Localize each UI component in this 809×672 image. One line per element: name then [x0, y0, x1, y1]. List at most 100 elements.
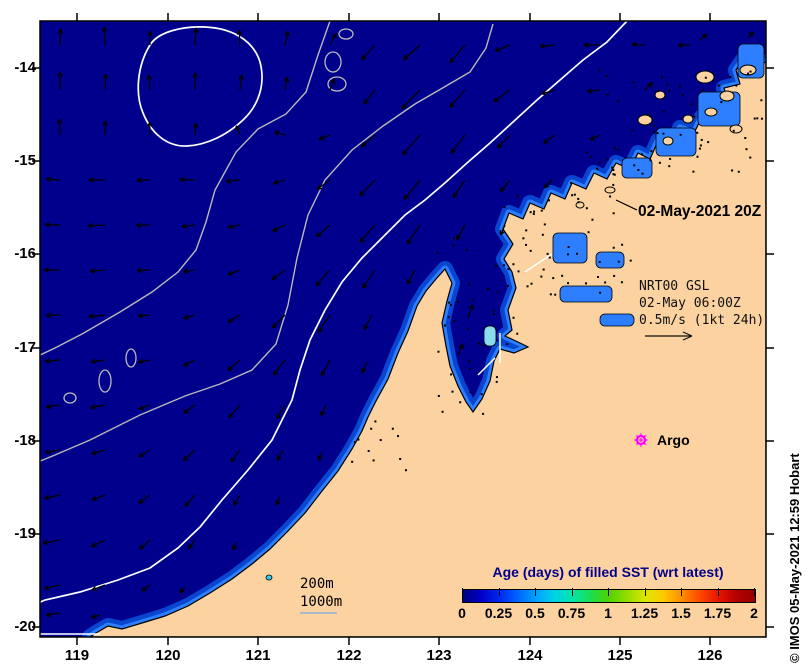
colorbar-tick: [498, 588, 500, 596]
coast-speckle: [495, 264, 498, 267]
coast-speckle: [637, 168, 640, 171]
coast-speckle: [503, 264, 506, 267]
coast-speckle: [732, 129, 735, 132]
coast-speckle: [525, 243, 528, 246]
x-tick-label: 119: [64, 647, 90, 664]
coast-speckle: [753, 117, 756, 120]
coast-speckle: [397, 435, 400, 438]
coast-speckle: [666, 83, 669, 86]
coast-speckle: [612, 212, 615, 215]
coast-speckle: [567, 246, 570, 249]
coast-speckle: [707, 141, 710, 144]
coast-speckle: [652, 131, 655, 134]
coast-speckle: [468, 360, 471, 363]
depth-1000m-label: 1000m: [300, 594, 343, 610]
coast-speckle: [591, 218, 594, 221]
coast-speckle: [404, 469, 407, 472]
coast-speckle: [700, 138, 703, 141]
coast-speckle: [441, 410, 444, 413]
coast-speckle: [744, 137, 747, 140]
coast-speckle: [606, 94, 609, 97]
coast-speckle: [669, 157, 672, 160]
coast-speckle: [547, 199, 550, 202]
island: [654, 90, 666, 100]
coast-speckle: [437, 350, 440, 353]
nrt-vector-scale: 0.5m/s (1kt 24h): [639, 313, 765, 328]
coast-speckle: [496, 291, 499, 294]
coast-speckle: [516, 195, 519, 198]
coast-speckle: [526, 285, 529, 288]
coast-speckle: [720, 101, 723, 104]
coast-speckle: [495, 380, 498, 383]
coast-speckle: [658, 161, 661, 164]
coast-speckle: [576, 252, 579, 255]
sst-age-map-figure: 119 120 121 122 123 124 125 126 -14 -15 -16 -17 -18…: [0, 0, 809, 672]
coast-speckle: [456, 300, 459, 303]
coast-speckle: [573, 193, 576, 196]
coast-speckle: [480, 393, 483, 396]
coast-speckle: [495, 376, 498, 379]
coastal-bay: [655, 127, 697, 157]
coast-speckle: [598, 161, 601, 164]
coast-speckle: [747, 72, 750, 75]
coast-speckle: [598, 260, 601, 263]
coast-speckle: [717, 84, 720, 87]
colorbar-tick: [644, 588, 646, 596]
coast-speckle: [604, 281, 607, 284]
coast-speckle: [493, 309, 496, 312]
coast-speckle: [650, 150, 653, 153]
coastal-bay: [559, 285, 613, 303]
coast-speckle: [357, 438, 360, 441]
coast-speckle: [641, 172, 644, 175]
coast-speckle: [448, 301, 451, 304]
coast-speckle: [613, 274, 616, 277]
coast-speckle: [612, 246, 615, 249]
coast-speckle: [554, 293, 557, 296]
coast-speckle: [585, 151, 588, 154]
coast-speckle: [577, 197, 580, 200]
coast-speckle: [661, 76, 664, 79]
coast-speckle: [620, 281, 623, 284]
coast-speckle: [512, 316, 515, 319]
coast-speckle: [532, 212, 535, 215]
coast-speckle: [662, 132, 665, 135]
island: [729, 124, 743, 134]
coast-speckle: [629, 259, 632, 262]
coast-speckle: [471, 299, 474, 302]
coast-speckle: [693, 115, 696, 118]
coast-speckle: [698, 147, 701, 150]
coast-speckle: [487, 288, 490, 291]
coast-speckle: [567, 282, 570, 285]
x-tick-label: 126: [697, 647, 723, 664]
colorbar-tick: [608, 588, 609, 596]
coast-speckle: [453, 320, 456, 323]
coast-speckle: [522, 237, 525, 240]
coast-speckle: [351, 460, 354, 463]
coast-speckle: [653, 124, 656, 127]
coast-speckle: [370, 427, 373, 430]
coast-speckle: [399, 457, 402, 460]
coast-speckle: [467, 327, 470, 330]
island: [682, 114, 694, 124]
coast-speckle: [372, 459, 375, 462]
island: [604, 186, 616, 194]
coast-speckle: [367, 449, 370, 452]
x-tick-label: 120: [155, 647, 181, 664]
coast-speckle: [704, 76, 707, 79]
coast-speckle: [696, 131, 699, 134]
coast-speckle: [451, 390, 454, 393]
coast-speckle: [735, 84, 738, 87]
x-tick-label: 124: [517, 647, 543, 664]
coastal-bay: [483, 325, 497, 347]
coast-speckle: [567, 253, 570, 256]
island: [704, 107, 718, 117]
coast-speckle: [506, 343, 509, 346]
coast-speckle: [692, 170, 695, 173]
coast-speckle: [668, 165, 671, 168]
island: [719, 90, 735, 102]
argo-label: Argo: [657, 432, 690, 448]
x-tick-label: 122: [336, 647, 362, 664]
coast-speckle: [571, 194, 574, 197]
coast-speckle: [749, 70, 752, 73]
coast-speckle: [436, 251, 439, 254]
